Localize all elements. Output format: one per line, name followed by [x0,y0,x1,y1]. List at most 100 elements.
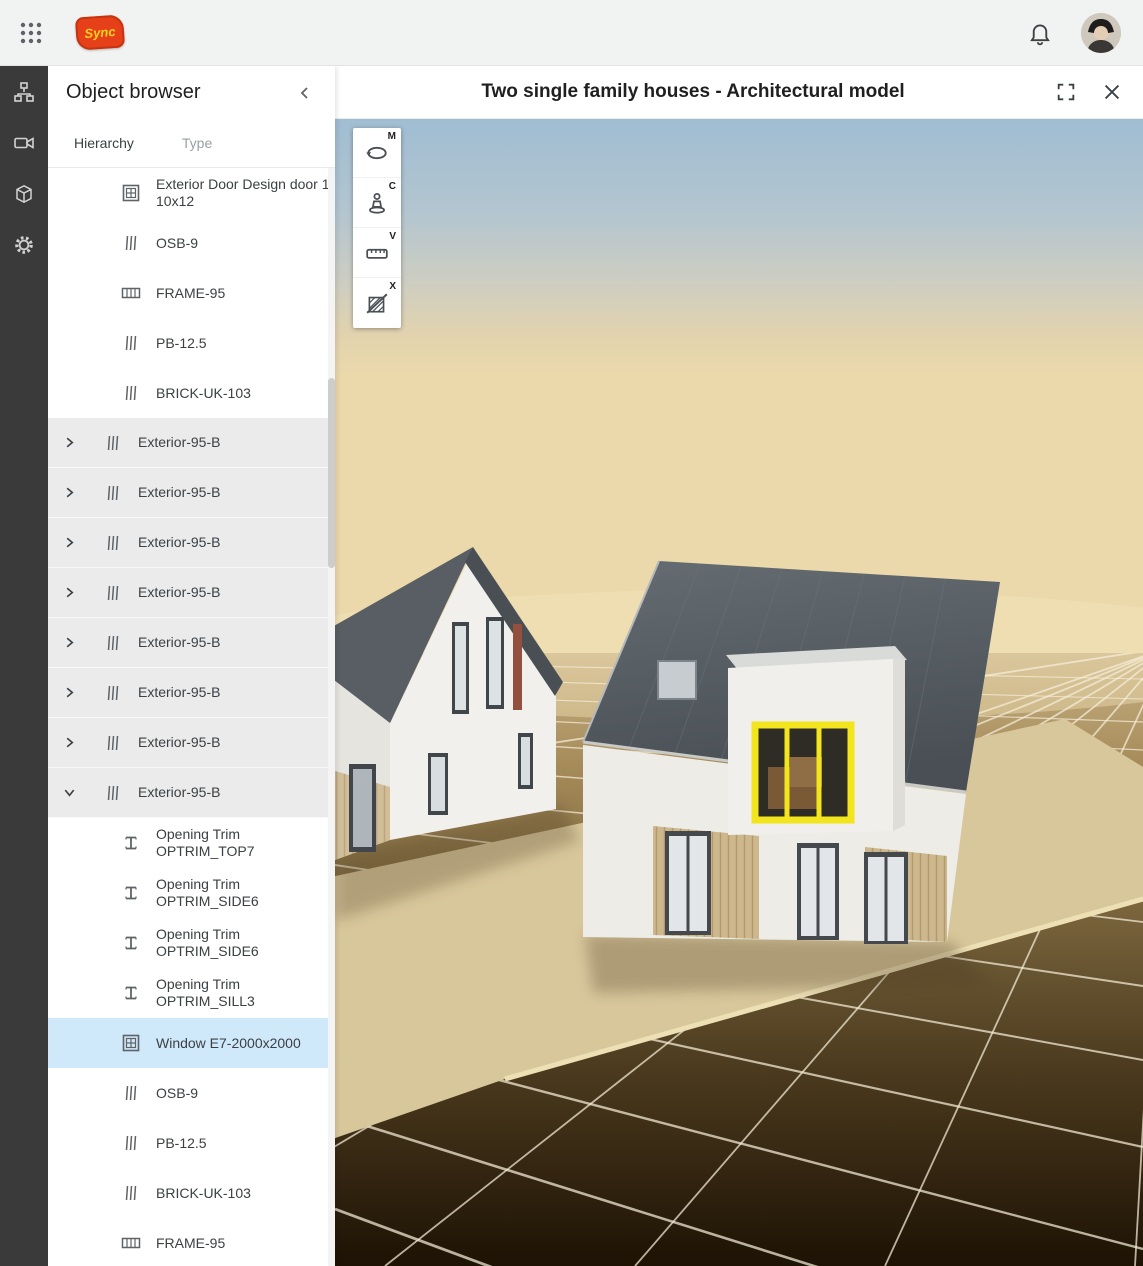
tree-item[interactable]: OSB-9 [48,1068,335,1118]
panel-title: Object browser [66,81,201,104]
fullscreen-icon[interactable] [1049,75,1083,109]
tree-item-label: Opening TrimOPTRIM_SIDE6 [156,926,259,960]
tree-item-label: Exterior-95-B [138,484,220,501]
tree-item[interactable]: Opening TrimOPTRIM_SIDE6 [48,868,335,918]
view-toolbar: M C V X [353,128,401,328]
tree-item[interactable]: Exterior-95-B [48,618,335,668]
tree-item[interactable]: BRICK-UK-103 [48,1168,335,1218]
trim-icon [120,982,142,1004]
tree-item-label: FRAME-95 [156,285,225,302]
frame-icon [120,1232,142,1254]
chevron-down-icon[interactable] [62,785,86,801]
panel-tabs: Hierarchy Type [48,119,335,168]
orbit-shortcut: M [388,131,396,142]
avatar[interactable] [1081,13,1121,53]
tree-item[interactable]: Opening TrimOPTRIM_TOP7 [48,818,335,868]
tree-item[interactable]: Window E7-2000x2000 [48,1018,335,1068]
tree-item-label: Window E7-2000x2000 [156,1035,301,1052]
tree-item-label: Opening TrimOPTRIM_SILL3 [156,976,255,1010]
chevron-right-icon[interactable] [62,535,86,551]
tree-item[interactable]: Exterior-95-B [48,718,335,768]
tree-item-label: Exterior-95-B [138,684,220,701]
measure-shortcut: V [389,231,396,242]
camera-icon[interactable] [0,117,48,168]
tree-item-label: Exterior-95-B [138,434,220,451]
hatch-icon [120,332,142,354]
tree-item[interactable]: Exterior-95-B [48,418,335,468]
tree-item[interactable]: Exterior-95-B [48,468,335,518]
hatch-icon [102,482,124,504]
tree-item[interactable]: Exterior-95-B [48,768,335,818]
tree-item[interactable]: Opening TrimOPTRIM_SILL3 [48,968,335,1018]
window-icon [120,1032,142,1054]
sync-logo[interactable]: Sync [75,14,125,50]
tree-item-label: BRICK-UK-103 [156,1185,251,1202]
tree-item-label: Exterior-95-B [138,584,220,601]
hierarchy-tree-icon[interactable] [0,66,48,117]
close-icon[interactable] [1095,75,1129,109]
trim-icon [120,932,142,954]
first-person-shortcut: C [389,181,396,192]
panel-scrollbar-thumb[interactable] [328,378,335,568]
orbit-tool-button[interactable]: M [353,128,401,178]
collapse-panel-icon[interactable] [291,79,319,107]
tree-item-label: Exterior Door Design door 110x12 [156,176,330,210]
tree-item[interactable]: Exterior Door Design door 110x12 [48,168,335,218]
tree-item[interactable]: FRAME-95 [48,268,335,318]
tree-item[interactable]: Exterior-95-B [48,668,335,718]
notifications-bell-icon[interactable] [1027,20,1053,46]
tree-item-label: BRICK-UK-103 [156,385,251,402]
tree-item[interactable]: OSB-9 [48,218,335,268]
hatch-icon [102,632,124,654]
tree-item-label: Exterior-95-B [138,534,220,551]
hatch-icon [102,682,124,704]
model-3d-cube-icon[interactable] [0,168,48,219]
chevron-right-icon[interactable] [62,685,86,701]
roof-window [658,661,696,699]
tab-type[interactable]: Type [182,135,212,151]
tree-item-label: PB-12.5 [156,335,207,352]
settings-gear-icon[interactable] [0,219,48,270]
frame-icon [120,282,142,304]
chevron-right-icon[interactable] [62,435,86,451]
first-person-tool-button[interactable]: C [353,178,401,228]
hatch-icon [120,1082,142,1104]
chevron-right-icon[interactable] [62,585,86,601]
tree-item[interactable]: PB-12.5 [48,318,335,368]
hatch-icon [102,582,124,604]
tree-item-label: FRAME-95 [156,1235,225,1252]
left-icon-rail [0,66,48,1266]
tree-item[interactable]: BRICK-UK-103 [48,368,335,418]
viewport-header: Two single family houses - Architectural… [335,66,1143,119]
tree-item-label: OSB-9 [156,235,198,252]
scene-3d-canvas[interactable] [335,119,1143,1266]
trim-icon [120,832,142,854]
tree-item-label: Exterior-95-B [138,784,220,801]
tree-item[interactable]: Exterior-95-B [48,518,335,568]
chevron-right-icon[interactable] [62,485,86,501]
topbar: Sync [0,0,1143,66]
scene-container: M C V X [335,119,1143,1266]
tree-item[interactable]: FRAME-95 [48,1218,335,1266]
section-shortcut: X [389,281,396,292]
selected-window-highlight[interactable] [755,725,851,820]
tree-item-label: PB-12.5 [156,1135,207,1152]
tree-item-label: Exterior-95-B [138,634,220,651]
measure-tool-button[interactable]: V [353,228,401,278]
section-tool-button[interactable]: X [353,278,401,328]
hatch-icon [120,1132,142,1154]
apps-grid-icon[interactable] [16,18,46,48]
tree-item-label: OSB-9 [156,1085,198,1102]
tab-hierarchy[interactable]: Hierarchy [74,135,134,151]
hatch-icon [102,732,124,754]
chevron-right-icon[interactable] [62,635,86,651]
tree-item[interactable]: PB-12.5 [48,1118,335,1168]
tree-item[interactable]: Opening TrimOPTRIM_SIDE6 [48,918,335,968]
object-browser-panel: Object browser Hierarchy Type Exterior D… [48,66,335,1266]
hatch-icon [120,1182,142,1204]
hatch-icon [102,532,124,554]
hatch-icon [120,232,142,254]
tree-item-label: Opening TrimOPTRIM_SIDE6 [156,876,259,910]
chevron-right-icon[interactable] [62,735,86,751]
tree-item[interactable]: Exterior-95-B [48,568,335,618]
